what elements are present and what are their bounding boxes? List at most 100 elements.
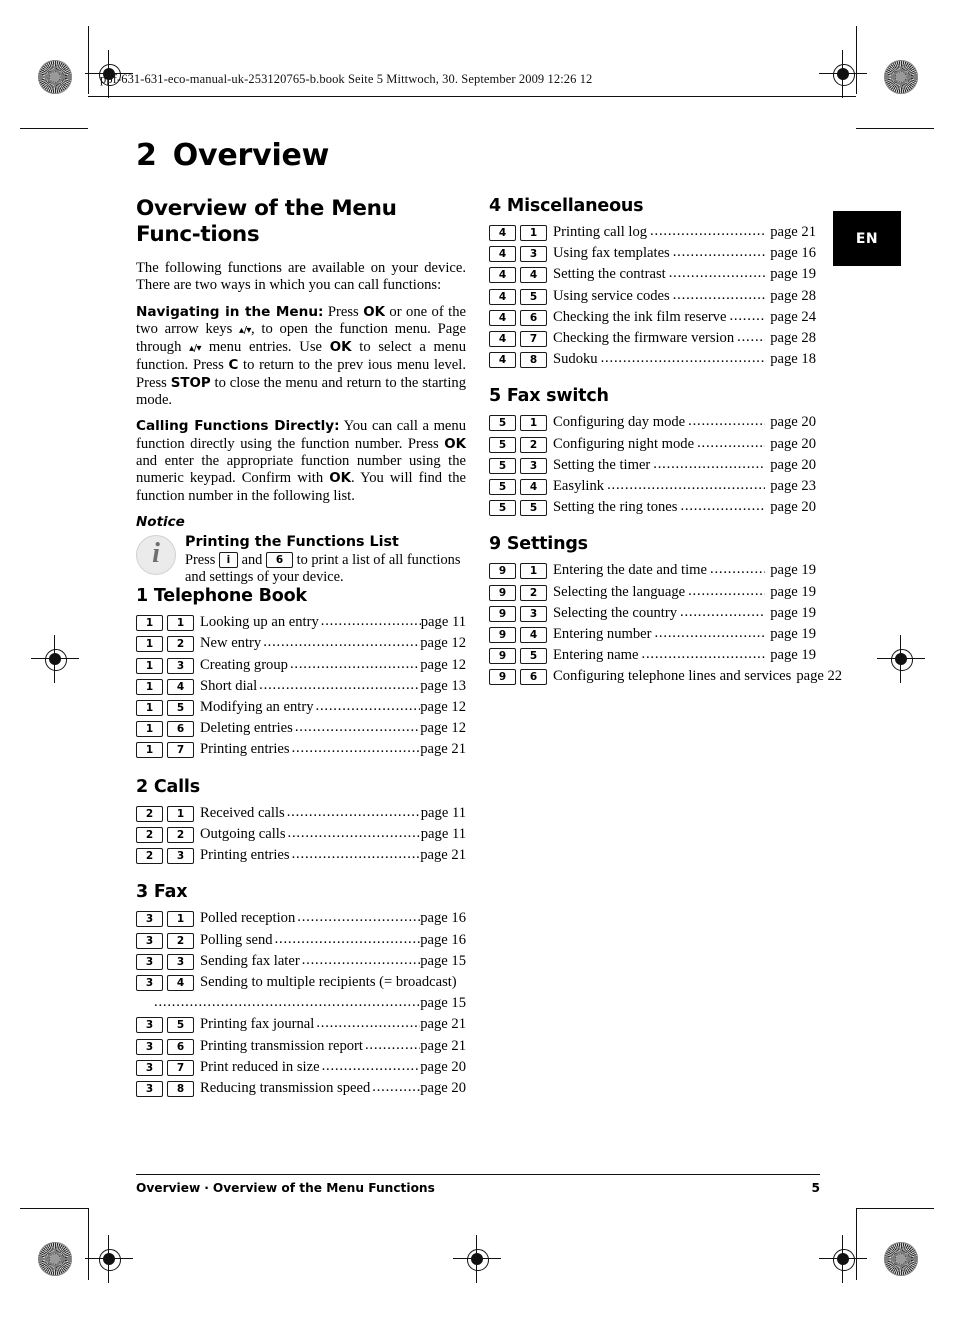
toc-leader-dots: ........................................… xyxy=(654,625,765,642)
keycap-second-digit: 6 xyxy=(520,309,547,326)
keycap-first-digit: 1 xyxy=(136,742,163,759)
toc-entry[interactable]: 9 6 Configuring telephone lines and servic… xyxy=(489,666,842,687)
keycap-second-digit: 7 xyxy=(167,742,194,759)
right-column: 4 Miscellaneous 4 1 Printing call log......… xyxy=(489,196,842,688)
toc-entry[interactable]: 1 6 Deleting entries......................… xyxy=(136,718,466,739)
toc-entry[interactable]: 4 5 Using service codes...................… xyxy=(489,286,816,307)
toc-entry[interactable]: 5 3 Setting the timer.....................… xyxy=(489,455,816,476)
toc-entry[interactable]: 9 1 Entering the date and time............… xyxy=(489,560,816,581)
toc-section: 4 Miscellaneous 4 1 Printing call log......… xyxy=(489,196,816,370)
keycap-second-digit: 2 xyxy=(520,436,547,453)
toc-entry[interactable]: 3 2 Polling send..........................… xyxy=(136,930,466,951)
info-icon-glyph: i xyxy=(152,537,160,569)
toc-entry[interactable]: 52 Configuring night mode................… xyxy=(489,434,816,455)
toc-entry[interactable]: 3 4 Sending to multiple recipients (= broa… xyxy=(136,972,466,993)
toc-entry-keys: 11 xyxy=(136,615,194,632)
toc-section-title: 5 Fax switch xyxy=(489,386,609,407)
toc-section: 3 Fax 3 1 Polled reception.................… xyxy=(136,882,466,1099)
toc-entry-page: page 13 xyxy=(420,677,466,694)
toc-entry[interactable]: 9 3 Selecting the country.................… xyxy=(489,603,816,624)
toc-entry[interactable]: 4 8 Sudoku................................… xyxy=(489,349,816,370)
toc-entry-label: Reducing transmission speed xyxy=(200,1079,371,1096)
toc-entry[interactable]: 3 1 Polled reception......................… xyxy=(136,908,466,929)
ok-key-label-4: OK xyxy=(329,471,351,487)
toc-entry-page: page 20 xyxy=(770,499,816,516)
language-tab-en: EN xyxy=(833,211,901,266)
toc-entry[interactable]: 3 8 Reducing transmission speed...........… xyxy=(136,1078,466,1099)
toc-entry-label: Deleting entries xyxy=(200,720,293,737)
toc-leader-dots: ........................................… xyxy=(737,329,765,346)
book-file-header: ppf-631-631-eco-manual-uk-253120765-b.bo… xyxy=(100,72,593,86)
toc-entry[interactable]: 51 Configuring day mode..................… xyxy=(489,412,816,433)
toc-entry[interactable]: 2 3 Printing entries......................… xyxy=(136,845,466,866)
toc-entry-page: page 12 xyxy=(420,656,466,673)
navigating-in-the-menu-paragraph: Navigating in the Menu: Press OK or one … xyxy=(136,304,466,410)
toc-entry[interactable]: 46 Checking the ink film reserve.........… xyxy=(489,307,816,328)
keycap-second-digit: 6 xyxy=(167,1038,194,1055)
trim-line-left-bottom-horizontal xyxy=(20,1208,88,1209)
toc-leader-dots: ........................................… xyxy=(653,455,765,472)
toc-entry[interactable]: 1 1 Looking up an entry...................… xyxy=(136,612,466,633)
toc-entry-page: page 20 xyxy=(420,1058,466,1075)
arrow-keys-icon-1: ▴/▾ xyxy=(239,324,251,336)
toc-entry[interactable]: 1 2 New entry.............................… xyxy=(136,633,466,654)
toc-entry[interactable]: 3 6 Printing transmission report..........… xyxy=(136,1036,466,1057)
toc-entry[interactable]: 4 3 Using fax templates...................… xyxy=(489,243,816,264)
toc-entry[interactable]: 2 1 Received calls........................… xyxy=(136,803,466,824)
keycap-first-digit: 9 xyxy=(489,584,516,601)
toc-entry-page: page 18 xyxy=(770,351,816,368)
toc-leader-dots: ........................................… xyxy=(668,265,766,282)
keycap-first-digit: 1 xyxy=(136,721,163,738)
toc-entry[interactable]: 2 2 Outgoing calls........................… xyxy=(136,824,466,845)
toc-entry[interactable]: 9 5 Entering name.........................… xyxy=(489,645,816,666)
toc-entry[interactable]: 4 1 Printing call log.....................… xyxy=(489,222,816,243)
toc-entry[interactable]: 3 3 Sending fax later.....................… xyxy=(136,951,466,972)
toc-leader-dots: ........................................… xyxy=(672,286,766,303)
keycap-second-digit: 3 xyxy=(520,457,547,474)
toc-entry-label: Received calls xyxy=(200,804,285,821)
keycap-second-digit: 2 xyxy=(167,932,194,949)
ok-key-label-2: OK xyxy=(329,340,352,356)
toc-entry[interactable]: 5 5 Setting the ring tones................… xyxy=(489,497,816,518)
keycap-first-digit: 4 xyxy=(489,225,516,241)
toc-entry-keys: 43 xyxy=(489,246,547,263)
stop-key-label: STOP xyxy=(170,375,211,391)
keycap-second-digit: 1 xyxy=(167,805,194,822)
toc-entry[interactable]: 47 Checking the firmware version.........… xyxy=(489,328,816,349)
toc-entry-keys: 17 xyxy=(136,742,194,759)
registration-rosette-top-left xyxy=(38,60,72,94)
keycap-first-digit: 3 xyxy=(136,911,163,928)
toc-entry-keys: 46 xyxy=(489,309,547,326)
toc-entry[interactable]: 1 7 Printing entries......................… xyxy=(136,739,466,760)
toc-entry-keys: 41 xyxy=(489,225,547,241)
keycap-second-digit: 3 xyxy=(520,605,547,622)
toc-section-title: 9 Settings xyxy=(489,534,588,555)
keycap-second-digit: 7 xyxy=(167,1059,194,1076)
toc-entry[interactable]: 9 4 Entering number.......................… xyxy=(489,624,816,645)
toc-entry[interactable]: 1 5 Modifying an entry....................… xyxy=(136,697,466,718)
toc-leader-dots: ........................................… xyxy=(274,930,421,947)
keycap-second-digit: 7 xyxy=(520,331,547,348)
toc-entry-label: Creating group xyxy=(200,656,288,673)
chapter-heading: 2 Overview xyxy=(136,138,329,173)
toc-entry-label: Selecting the language xyxy=(553,583,686,600)
calling-directly-lead: Calling Functions Directly: xyxy=(136,418,340,435)
toc-entry[interactable]: 3 7 Print reduced in size.................… xyxy=(136,1057,466,1078)
toc-entry[interactable]: 5 4 Easylink..............................… xyxy=(489,476,816,497)
toc-entry[interactable]: 1 3 Creating group........................… xyxy=(136,655,466,676)
toc-entry[interactable]: 3 5 Printing fax journal..................… xyxy=(136,1014,466,1035)
toc-entry-label: Printing fax journal xyxy=(200,1016,315,1033)
toc-entry-label: Sending to multiple recipients (= broadc… xyxy=(200,973,457,990)
toc-entry-keys: 48 xyxy=(489,352,547,369)
toc-entry-page: page 19 xyxy=(770,266,816,283)
toc-leader-dots: ........................................… xyxy=(364,1036,420,1053)
trim-line-top-right-vertical xyxy=(856,26,857,94)
toc-entry-keys: 35 xyxy=(136,1017,194,1034)
toc-entry[interactable]: 1 4 Short dial............................… xyxy=(136,676,466,697)
toc-entry-label: Outgoing calls xyxy=(200,825,286,842)
toc-leader-dots: ........................................… xyxy=(263,634,420,651)
toc-entry-page: page 20 xyxy=(420,1079,466,1096)
toc-entry-label: Setting the timer xyxy=(553,456,651,473)
toc-entry[interactable]: 4 4 Setting the contrast..................… xyxy=(489,264,816,285)
toc-entry[interactable]: 9 2 Selecting the language................… xyxy=(489,582,816,603)
